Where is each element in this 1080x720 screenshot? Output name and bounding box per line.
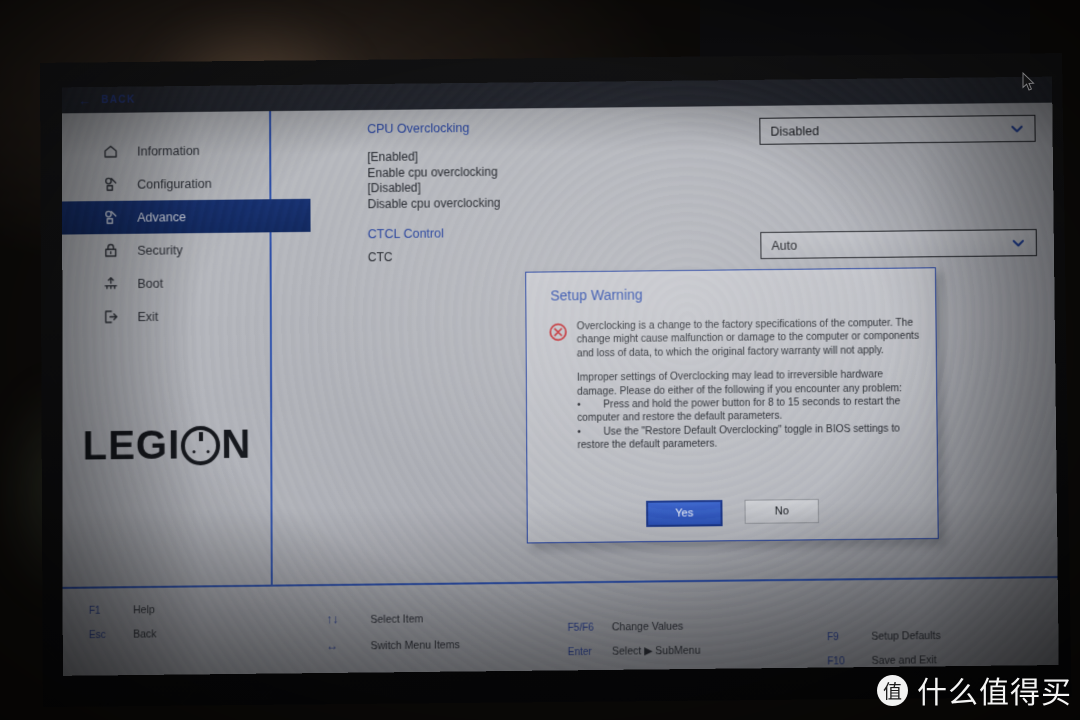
sidebar-divider <box>270 560 273 587</box>
hotkey-action: Back <box>133 628 157 641</box>
hotkey-esc-back: Esc Back <box>89 628 157 641</box>
hotkey-key: Enter <box>567 646 592 659</box>
yes-button[interactable]: Yes <box>646 499 723 528</box>
hotkey-action: Select Item <box>370 613 424 626</box>
dialog-body: Overclocking is a change to the factory … <box>577 317 925 453</box>
hotkey-key: ↔ <box>326 638 339 653</box>
sidebar-item-exit[interactable]: Exit <box>62 299 270 334</box>
dialog-paragraph-1: Overclocking is a change to the factory … <box>576 317 920 360</box>
sidebar-item-configuration[interactable]: Configuration <box>62 166 269 201</box>
hotkey-select-submenu: Enter Select ▶ SubMenu <box>568 645 701 659</box>
hotkey-change-values: F5/F6 Change Values <box>568 620 701 634</box>
hotkey-key: F5/F6 <box>567 622 594 634</box>
setup-warning-dialog: Setup Warning Overclocking is a change t… <box>525 267 939 544</box>
hotkey-switch-menu-items: ↔ Switch Menu Items <box>326 637 460 653</box>
setting-description: CTC <box>367 250 393 265</box>
hotkey-action: Switch Menu Items <box>370 639 460 653</box>
home-icon <box>101 142 120 161</box>
advance-icon <box>101 208 120 227</box>
hotkey-key: ↑↓ <box>326 612 339 627</box>
sidebar-navigation: Information Configuration Advance Securi… <box>62 111 311 589</box>
sidebar-item-label: Configuration <box>137 176 212 192</box>
sidebar-item-label: Exit <box>137 309 159 324</box>
hotkey-action: Change Values <box>611 620 684 634</box>
sidebar-item-label: Security <box>137 242 183 258</box>
setting-label: CTCL Control <box>367 226 444 242</box>
dialog-title: Setup Warning <box>550 286 643 304</box>
sidebar-item-boot[interactable]: Boot <box>62 265 270 300</box>
no-button[interactable]: No <box>744 498 820 524</box>
exit-icon <box>101 307 120 326</box>
back-button[interactable]: ← BACK <box>78 92 136 108</box>
sidebar-item-information[interactable]: Information <box>62 133 269 168</box>
legion-logo-text-before: LEGI <box>82 423 181 469</box>
lcd-panel: ← BACK Information Configuration Advance… <box>62 76 1059 676</box>
hotkey-group: F5/F6 Change Values Enter Select ▶ SubMe… <box>568 620 701 670</box>
cpu-overclocking-dropdown[interactable]: Disabled <box>759 114 1036 145</box>
dropdown-value: Disabled <box>770 123 820 139</box>
hotkey-action: Select ▶ SubMenu <box>611 644 701 658</box>
configuration-icon <box>101 175 120 194</box>
hotkey-action: Setup Defaults <box>871 629 941 643</box>
hotkey-setup-defaults: F9 Setup Defaults <box>827 630 941 643</box>
hotkey-bar: F1 Help Esc Back ↑↓ Select Item ↔ Switch… <box>62 560 1059 676</box>
sidebar-item-label: Advance <box>137 209 187 225</box>
hotkey-save-and-exit: F10 Save and Exit <box>827 654 941 667</box>
sidebar-item-label: Boot <box>137 276 164 291</box>
watermark-badge-icon: 值 <box>877 674 908 706</box>
watermark: 值 什么值得买 <box>877 668 1072 712</box>
hotkey-key: Esc <box>88 629 106 642</box>
bios-setup-utility: ← BACK Information Configuration Advance… <box>62 76 1059 676</box>
sidebar-item-security[interactable]: Security <box>62 232 269 267</box>
boot-icon <box>101 274 120 293</box>
hotkey-f1-help: F1 Help <box>89 604 157 617</box>
lock-icon <box>101 241 120 260</box>
setting-label: CPU Overclocking <box>367 120 470 137</box>
dialog-bullet-1-text: Press and hold the power button for 8 to… <box>577 396 901 425</box>
chevron-down-icon <box>1011 237 1026 248</box>
hotkey-group: ↑↓ Select Item ↔ Switch Menu Items <box>326 611 460 665</box>
hotkey-select-item: ↑↓ Select Item <box>326 611 459 627</box>
dialog-bullet-2: • Use the "Restore Default Overclocking" … <box>577 422 924 453</box>
hotkey-key: F10 <box>827 656 845 668</box>
hotkey-action: Help <box>133 604 155 617</box>
hotkey-group: F1 Help Esc Back <box>89 604 157 653</box>
ctcl-control-dropdown[interactable]: Auto <box>760 229 1037 260</box>
watermark-text: 什么值得买 <box>917 676 1072 711</box>
nav-list: Information Configuration Advance Securi… <box>62 133 311 334</box>
dialog-bullet-1: • Press and hold the power button for 8 t… <box>577 395 924 426</box>
dialog-paragraph-2: Improper settings of Overclocking may le… <box>577 368 925 453</box>
setting-description: [Enabled] Enable cpu overclocking [Disab… <box>367 149 501 211</box>
hotkey-key: F9 <box>827 632 839 644</box>
sidebar-item-label: Information <box>137 143 200 159</box>
dialog-paragraph-2-text: Improper settings of Overclocking may le… <box>576 369 903 398</box>
dialog-button-row: Yes No <box>528 498 938 529</box>
error-circle-x-icon <box>549 322 568 341</box>
legion-emblem-icon <box>181 425 221 466</box>
legion-logo: LEGI N <box>83 422 264 469</box>
photograph-of-laptop-bios-screen: ← BACK Information Configuration Advance… <box>0 0 1080 720</box>
hotkey-action: Save and Exit <box>871 654 937 668</box>
dropdown-value: Auto <box>771 238 798 253</box>
mouse-cursor-icon <box>1022 72 1036 92</box>
hotkey-key: F1 <box>88 605 101 617</box>
dialog-bullet-2-text: Use the "Restore Default Overclocking" t… <box>577 423 900 452</box>
left-arrow-icon: ← <box>78 92 93 108</box>
chevron-down-icon <box>1009 123 1024 134</box>
legion-logo-text-after: N <box>221 422 252 468</box>
back-button-label: BACK <box>101 94 136 106</box>
bullet-marker: • <box>577 426 581 438</box>
bullet-marker: • <box>577 399 581 411</box>
settings-pane: CPU Overclocking [Enabled] Enable cpu ov… <box>271 103 1058 587</box>
